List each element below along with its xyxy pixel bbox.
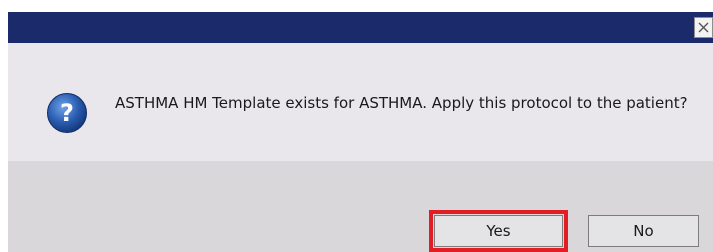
title-bar[interactable] (8, 12, 713, 43)
dialog-body: ? ASTHMA HM Template exists for ASTHMA. … (8, 43, 713, 161)
close-icon (698, 22, 709, 33)
question-icon: ? (47, 93, 87, 133)
svg-text:?: ? (60, 99, 74, 127)
button-bar: Yes No (8, 161, 713, 252)
yes-button[interactable]: Yes (429, 210, 568, 252)
dialog-message: ASTHMA HM Template exists for ASTHMA. Ap… (115, 94, 688, 112)
message-dialog: ? ASTHMA HM Template exists for ASTHMA. … (8, 12, 713, 252)
no-button[interactable]: No (588, 215, 699, 247)
close-button[interactable] (694, 17, 713, 38)
